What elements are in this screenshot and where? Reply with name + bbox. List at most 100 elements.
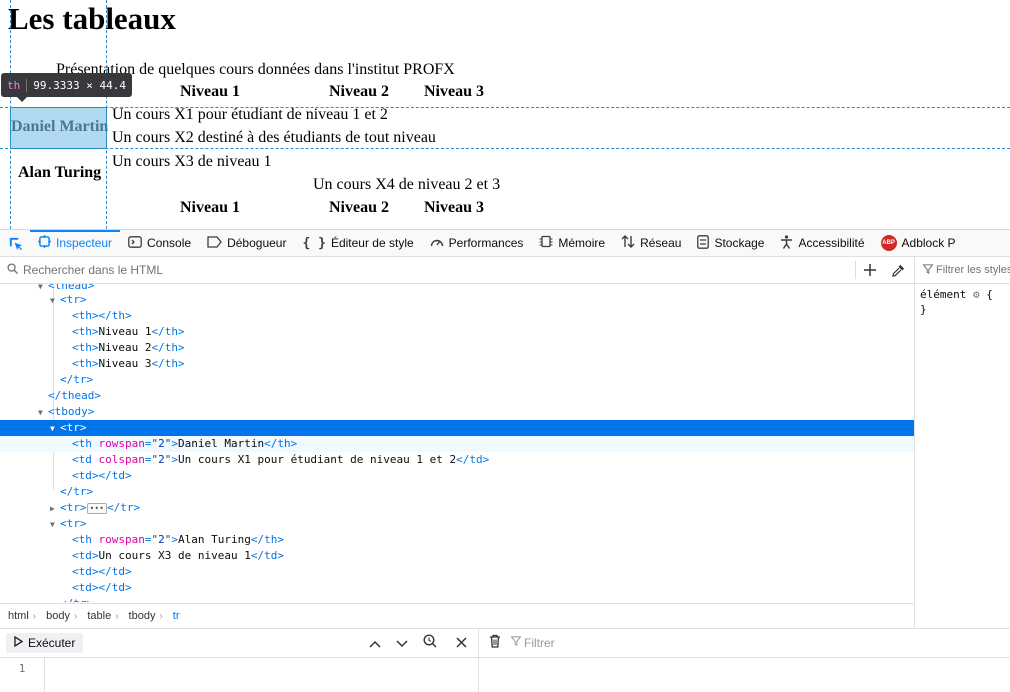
markup-line-tr[interactable]: ▼ <tr>	[0, 292, 914, 308]
tab-label: Réseau	[640, 236, 682, 250]
markup-line-th-niveau-3[interactable]: <th>Niveau 3</th>	[0, 356, 914, 372]
markup-line-th-niveau-2[interactable]: <th>Niveau 2</th>	[0, 340, 914, 356]
header-cell-niveau-2: Niveau 2	[329, 83, 389, 100]
markup-line-th-niveau-1[interactable]: <th>Niveau 1</th>	[0, 324, 914, 340]
tab-debogueur[interactable]: Débogueur	[199, 230, 294, 256]
chevron-right-icon: ›	[115, 610, 119, 622]
infobar-tag: th	[7, 78, 28, 92]
breadcrumb-tbody[interactable]: tbody	[121, 610, 158, 622]
highlight-guide-top	[0, 107, 1010, 108]
tab-stockage[interactable]: Stockage	[689, 230, 772, 256]
tab-label: Accessibilité	[798, 236, 865, 250]
tab-label: Console	[147, 236, 192, 250]
close-editor-button[interactable]	[452, 634, 470, 652]
tab-editeur-de-style[interactable]: { } Éditeur de style	[294, 230, 421, 256]
tab-inspecteur[interactable]: Inspecteur	[30, 230, 121, 256]
tab-memoire[interactable]: Mémoire	[531, 230, 613, 256]
ellipsis-icon[interactable]: •••	[86, 502, 107, 514]
search-separator	[855, 261, 856, 279]
tab-reseau[interactable]: Réseau	[613, 230, 689, 256]
filter-styles-bar[interactable]: Filtrer les styles	[915, 257, 1010, 284]
row-header-alan-turing: Alan Turing	[18, 164, 102, 181]
chevron-right-icon: ›	[32, 610, 37, 622]
performance-icon	[430, 236, 444, 251]
chevron-up-icon	[369, 640, 381, 648]
markup-line-tr-collapsed[interactable]: ▶ <tr> ••• </tr>	[0, 500, 914, 516]
console-filter-input[interactable]: Filtrer	[524, 636, 555, 650]
collapse-arrow-icon: ▼	[50, 424, 55, 433]
highlighter-infobar: th 99.3333 × 44.4	[1, 73, 132, 102]
tab-label: Adblock P	[901, 236, 956, 250]
header-cell-niveau-1: Niveau 1	[180, 83, 240, 100]
markup-line-td-cours-x1[interactable]: <td colspan="2">Un cours X1 pour étudian…	[0, 452, 914, 468]
page-preview: Les tableaux Présentation de quelques co…	[0, 0, 1010, 229]
cell-cours-x3: Un cours X3 de niveau 1	[112, 153, 272, 170]
highlight-guide-left	[10, 0, 11, 229]
tab-adblock[interactable]: ABP Adblock P	[873, 230, 964, 256]
markup-line-td-cours-x3[interactable]: <td>Un cours X3 de niveau 1</td>	[0, 548, 914, 564]
filter-icon	[510, 636, 522, 649]
chevron-right-icon: ›	[73, 610, 78, 622]
html-search-input[interactable]	[21, 262, 845, 278]
markup-line-tbody[interactable]: ▼ <tbody>	[0, 404, 914, 420]
markup-line-td-empty[interactable]: <td></td>	[0, 468, 914, 484]
markup-line-th-alan[interactable]: <th rowspan="2">Alan Turing</th>	[0, 532, 914, 548]
filter-icon	[922, 263, 934, 277]
accessibility-icon	[780, 234, 793, 252]
add-node-button[interactable]	[861, 261, 879, 279]
console-editor[interactable]: 1	[0, 658, 478, 692]
history-search-icon	[423, 634, 437, 648]
highlight-guide-bottom	[0, 148, 1010, 149]
history-up-button[interactable]	[366, 634, 384, 652]
markup-line-tr-close-partial[interactable]: </tr>	[0, 596, 914, 602]
markup-line-tr-alan[interactable]: ▼ <tr>	[0, 516, 914, 532]
markup-line-thead-close[interactable]: </thead>	[0, 388, 914, 404]
run-label: Exécuter	[28, 636, 76, 650]
footer-cell-niveau-1: Niveau 1	[180, 199, 240, 216]
inspector-icon	[38, 235, 51, 251]
cell-cours-x4: Un cours X4 de niveau 2 et 3	[313, 176, 501, 193]
eyedropper-icon	[891, 264, 904, 277]
rule-close-brace: }	[920, 303, 927, 316]
tab-console[interactable]: Console	[120, 230, 199, 256]
rule-selector: élément	[920, 288, 967, 301]
breadcrumb-tr[interactable]: tr	[165, 610, 182, 622]
tab-label: Performances	[448, 236, 524, 250]
markup-line-tr-close[interactable]: </tr>	[0, 372, 914, 388]
clear-console-button[interactable]	[486, 634, 504, 652]
color-picker-button[interactable]	[889, 261, 907, 279]
line-number: 1	[0, 658, 45, 692]
collapse-arrow-icon: ▼	[38, 408, 43, 417]
chevron-right-icon: ›	[159, 610, 163, 622]
devtools-panel: Inspecteur Console Débogueur { } Éditeur…	[0, 229, 1010, 692]
markup-line-th-empty[interactable]: <th></th>	[0, 308, 914, 324]
memory-icon	[539, 235, 553, 251]
markup-line-tr-selected[interactable]: ▼ <tr>	[0, 420, 914, 436]
breadcrumb-table[interactable]: table	[79, 610, 113, 622]
markup-line-td-empty-3[interactable]: <td></td>	[0, 580, 914, 596]
gear-icon[interactable]: ⚙	[973, 288, 980, 301]
highlighted-cell-text: Daniel Martin	[11, 118, 109, 135]
tab-performances[interactable]: Performances	[422, 230, 532, 256]
network-icon	[621, 235, 635, 251]
header-cell-niveau-3: Niveau 3	[424, 83, 484, 100]
markup-line-tr-close-2[interactable]: </tr>	[0, 484, 914, 500]
tab-accessibilite[interactable]: Accessibilité	[772, 230, 872, 256]
tab-label: Éditeur de style	[330, 236, 414, 250]
history-down-button[interactable]	[393, 634, 411, 652]
breadcrumb-html[interactable]: html	[0, 610, 31, 622]
breadcrumb-body[interactable]: body	[38, 610, 72, 622]
cell-cours-x2: Un cours X2 destiné à des étudiants de t…	[112, 129, 436, 146]
markup-line-th-daniel[interactable]: <th rowspan="2">Daniel Martin</th>	[0, 436, 914, 452]
console-splitter[interactable]	[478, 629, 479, 692]
footer-cell-niveau-2: Niveau 2	[329, 199, 389, 216]
markup-line-td-empty-2[interactable]: <td></td>	[0, 564, 914, 580]
rules-panel: Filtrer les styles élément ⚙ { }	[914, 257, 1010, 628]
run-button[interactable]: Exécuter	[6, 633, 84, 653]
element-picker-icon	[9, 237, 22, 250]
reverse-search-button[interactable]	[421, 634, 439, 652]
html-search-bar	[0, 257, 914, 284]
element-picker-button[interactable]	[0, 230, 30, 256]
breadcrumb: html › body › table › tbody › tr	[0, 603, 914, 628]
play-icon	[14, 635, 24, 650]
